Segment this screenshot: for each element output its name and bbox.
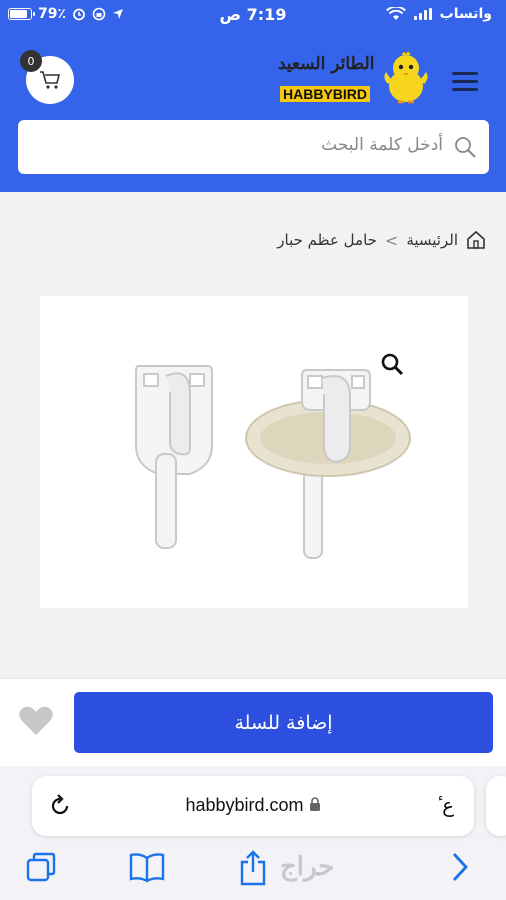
clip-holder-left — [135, 365, 213, 549]
site-header: 0 الطائر السعيد HABBYBIRD أدخل كلمة البح… — [0, 32, 506, 192]
hamburger-line — [452, 88, 478, 91]
tabs-icon[interactable] — [24, 850, 58, 884]
carrier-label: واتساب — [439, 6, 492, 22]
breadcrumb-separator: > — [384, 230, 399, 250]
search-bar[interactable]: أدخل كلمة البحث — [18, 120, 489, 174]
search-icon[interactable] — [453, 135, 477, 159]
status-left: 79٪ — [8, 6, 124, 22]
logo-text-en: HABBYBIRD — [280, 86, 370, 102]
hamburger-line — [452, 80, 478, 83]
signal-icon — [413, 8, 432, 20]
bird-mascot-icon — [384, 51, 428, 104]
status-bar: 79٪ 7:19 ص واتساب — [0, 0, 506, 32]
search-input[interactable]: أدخل كلمة البحث — [321, 135, 443, 155]
cart-count-badge: 0 — [20, 50, 42, 72]
hamburger-line — [452, 72, 478, 75]
next-tab-preview[interactable] — [486, 776, 506, 836]
url-display[interactable]: habbybird.com — [32, 795, 474, 816]
add-to-cart-button[interactable]: إضافة للسلة — [74, 692, 493, 753]
breadcrumb-home-link[interactable]: الرئيسية — [406, 231, 458, 249]
text-size-button[interactable]: ٔ ع — [436, 793, 454, 817]
battery-percent: 79٪ — [38, 6, 67, 22]
add-to-cart-bar: إضافة للسلة — [0, 678, 506, 766]
clip-holder-right — [245, 369, 411, 559]
product-image — [135, 365, 411, 559]
address-bar[interactable]: habbybird.com ٔ ع — [32, 776, 474, 836]
wishlist-heart-icon[interactable] — [18, 705, 54, 737]
breadcrumb-current: حامل عظم حبار — [277, 231, 377, 249]
zoom-icon[interactable] — [380, 352, 404, 376]
breadcrumb: الرئيسية > حامل عظم حبار — [277, 230, 486, 250]
cart-icon — [40, 71, 61, 89]
lock-icon — [309, 797, 320, 811]
alarm-icon — [73, 8, 85, 21]
site-logo[interactable]: الطائر السعيد HABBYBIRD — [270, 48, 430, 110]
location-icon — [113, 9, 124, 19]
bookmarks-icon[interactable] — [128, 850, 166, 884]
product-image-gallery[interactable] — [40, 296, 468, 608]
browser-chrome: habbybird.com ٔ ع حراج — [0, 766, 506, 900]
battery-icon — [8, 8, 35, 20]
url-text: habbybird.com — [185, 795, 304, 815]
lock-rotation-icon — [92, 7, 106, 21]
share-icon[interactable] — [236, 850, 270, 886]
forward-icon[interactable] — [448, 850, 472, 884]
watermark: حراج — [280, 852, 335, 882]
wifi-icon — [385, 7, 406, 20]
status-time: 7:19 ص — [219, 5, 287, 24]
home-icon[interactable] — [466, 230, 486, 250]
status-right: واتساب — [385, 6, 492, 22]
logo-text-ar: الطائر السعيد — [278, 54, 375, 74]
menu-button[interactable] — [452, 72, 478, 92]
browser-toolbar — [0, 850, 506, 890]
